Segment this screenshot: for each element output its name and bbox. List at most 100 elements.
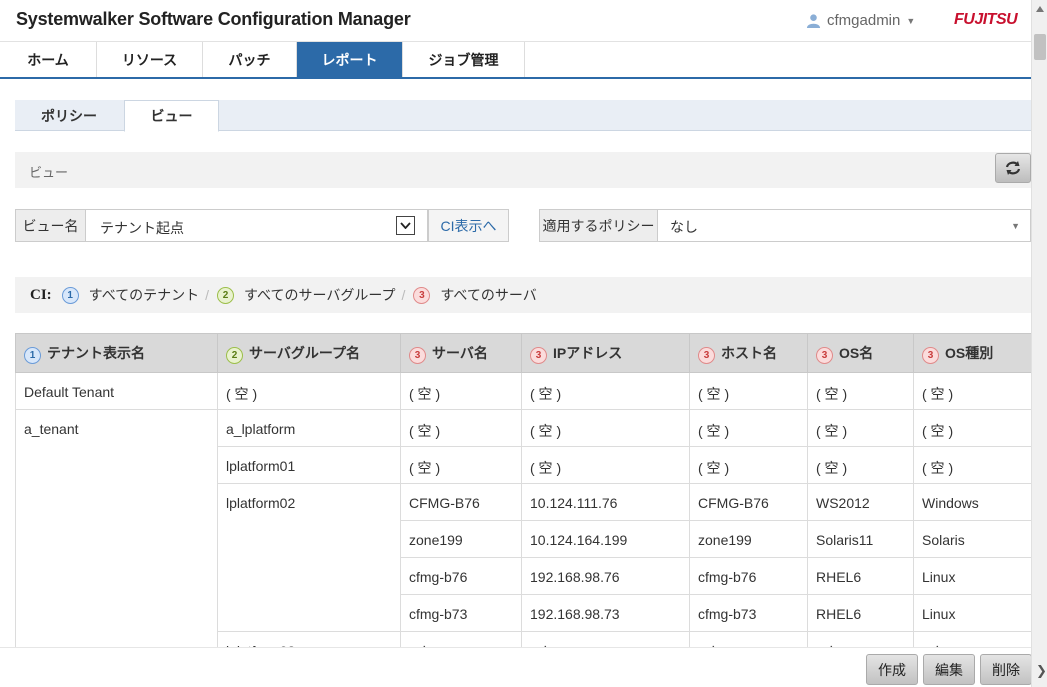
server-field-cell: ( 空 ): [400, 372, 522, 410]
ci-breadcrumb: CI: 1 すべてのテナント / 2 すべてのサーバグループ / 3 すべてのサーバ: [15, 277, 1031, 313]
server-field-cell: ( 空 ): [807, 631, 914, 647]
subtab[interactable]: ポリシー: [15, 100, 123, 131]
subtab[interactable]: ビュー: [124, 100, 219, 132]
tenant-name-cell: a_tenant: [15, 409, 218, 647]
server-group-cell: lplatform02: [217, 483, 401, 632]
server-field-cell: RHEL6: [807, 594, 914, 632]
server-group-cell: a_lplatform: [217, 409, 401, 447]
server-field-cell: ( 空 ): [807, 372, 914, 410]
server-field-cell: ( 空 ): [400, 409, 522, 447]
server-field-cell: ( 空 ): [521, 409, 690, 447]
caret-down-icon: ▼: [906, 15, 916, 26]
server-field-cell: ( 空 ): [913, 372, 1031, 410]
action-bar: 作成 編集 削除: [0, 647, 1032, 687]
server-field-cell: Solaris: [913, 520, 1031, 558]
server-field-cell: 10.124.164.199: [521, 520, 690, 558]
server-group-cell: lplatform01: [217, 446, 401, 484]
level-number-icon: 1: [61, 286, 79, 304]
server-field-cell: ( 空 ): [400, 446, 522, 484]
server-field-cell: CFMG-B76: [689, 483, 808, 521]
column-header-label: IPアドレス: [553, 344, 623, 361]
view-table-container: 1 テナント表示名 2 サーバグループ名 3 サーバ名 3 IPアドレス 3 ホスト名 3 OS名 3 O…: [15, 333, 1031, 647]
server-field-cell: ( 空 ): [400, 631, 522, 647]
ci-label: CI:: [30, 286, 52, 303]
server-field-cell: 192.168.98.73: [521, 594, 690, 632]
nav-item[interactable]: レポート: [297, 42, 403, 77]
server-field-cell: 192.168.98.76: [521, 557, 690, 595]
column-header-label: サーバ名: [432, 344, 488, 361]
column-header-label: ホスト名: [721, 344, 777, 361]
level-number-icon: 3: [698, 346, 715, 364]
ci-display-button[interactable]: CI表示へ: [428, 209, 509, 242]
server-field-cell: RHEL6: [807, 557, 914, 595]
table-header-row: 1 テナント表示名 2 サーバグループ名 3 サーバ名 3 IPアドレス 3 ホスト名 3 OS名 3 O…: [15, 333, 1031, 373]
ci-crumb[interactable]: 3 すべてのサーバ: [413, 285, 537, 305]
server-field-cell: ( 空 ): [913, 446, 1031, 484]
create-button[interactable]: 作成: [866, 654, 918, 685]
nav-item[interactable]: ホーム: [0, 42, 97, 77]
scroll-down-icon[interactable]: ❯: [1036, 663, 1047, 679]
ci-crumb[interactable]: 2 すべてのサーバグループ: [217, 285, 396, 305]
server-field-cell: ( 空 ): [521, 446, 690, 484]
column-header[interactable]: 2 サーバグループ名: [217, 333, 401, 373]
server-field-cell: ( 空 ): [521, 372, 690, 410]
column-header[interactable]: 1 テナント表示名: [15, 333, 218, 373]
user-menu[interactable]: cfmgadmin ▼: [806, 12, 915, 29]
server-field-cell: ( 空 ): [913, 409, 1031, 447]
table-row[interactable]: a_tenant a_lplatform( 空 )( 空 )( 空 )( 空 )(…: [15, 409, 1031, 647]
level-number-icon: 3: [922, 346, 939, 364]
server-field-cell: 10.124.111.76: [521, 483, 690, 521]
column-header[interactable]: 3 ホスト名: [689, 333, 808, 373]
level-number-icon: 3: [816, 346, 833, 364]
delete-button[interactable]: 削除: [980, 654, 1032, 685]
column-header[interactable]: 3 OS名: [807, 333, 914, 373]
column-header-label: テナント表示名: [47, 344, 145, 361]
view-name-value: テナント起点: [100, 220, 184, 236]
dropdown-arrow-icon[interactable]: [396, 216, 415, 235]
ci-crumb-label: すべてのサーバ: [440, 287, 537, 303]
section-bar: ビュー: [15, 152, 1031, 188]
server-field-cell: WS2012: [807, 483, 914, 521]
column-header[interactable]: 3 サーバ名: [400, 333, 522, 373]
server-field-cell: ( 空 ): [521, 631, 690, 647]
refresh-button[interactable]: [995, 153, 1031, 183]
view-name-select[interactable]: テナント起点: [85, 209, 428, 242]
vertical-scrollbar[interactable]: ❯: [1031, 0, 1047, 687]
fujitsu-logo: FUJITSU: [954, 11, 1018, 28]
user-icon: [806, 14, 821, 28]
server-field-cell: ( 空 ): [807, 446, 914, 484]
breadcrumb-separator: /: [205, 287, 210, 303]
server-field-cell: ( 空 ): [689, 409, 808, 447]
level-number-icon: 3: [530, 346, 547, 364]
policy-label: 適用するポリシー: [539, 209, 658, 242]
refresh-icon: [1005, 161, 1021, 175]
server-field-cell: ( 空 ): [689, 372, 808, 410]
app-header: Systemwalker Software Configuration Mana…: [0, 0, 1031, 42]
nav-item[interactable]: パッチ: [203, 42, 297, 77]
nav-item[interactable]: リソース: [97, 42, 203, 77]
sub-tabs: ポリシー ビュー: [15, 100, 1031, 132]
level-number-icon: 2: [217, 286, 235, 304]
caret-down-icon: ▼: [1011, 221, 1020, 231]
column-header[interactable]: 3 OS種別: [913, 333, 1031, 373]
policy-select[interactable]: なし ▼: [657, 209, 1031, 242]
column-header[interactable]: 3 IPアドレス: [521, 333, 690, 373]
scroll-up-icon[interactable]: [1036, 6, 1044, 12]
main-nav: ホーム リソース パッチ レポート ジョブ管理: [0, 42, 1031, 79]
server-field-cell: zone199: [400, 520, 522, 558]
username: cfmgadmin: [827, 12, 901, 29]
nav-item[interactable]: ジョブ管理: [403, 42, 525, 77]
policy-value: なし: [670, 219, 698, 235]
ci-crumb[interactable]: 1 すべてのテナント: [61, 285, 199, 305]
scroll-thumb[interactable]: [1034, 34, 1046, 60]
table-row[interactable]: Default Tenant( 空 )( 空 )( 空 )( 空 )( 空 )(…: [15, 372, 1031, 410]
view-name-label: ビュー名: [15, 209, 86, 242]
edit-button[interactable]: 編集: [923, 654, 975, 685]
server-field-cell: ( 空 ): [689, 631, 808, 647]
server-field-cell: zone199: [689, 520, 808, 558]
level-number-icon: 3: [409, 346, 426, 364]
breadcrumb-separator: /: [401, 287, 406, 303]
server-field-cell: cfmg-b73: [400, 594, 522, 632]
server-field-cell: cfmg-b73: [689, 594, 808, 632]
server-field-cell: Linux: [913, 557, 1031, 595]
